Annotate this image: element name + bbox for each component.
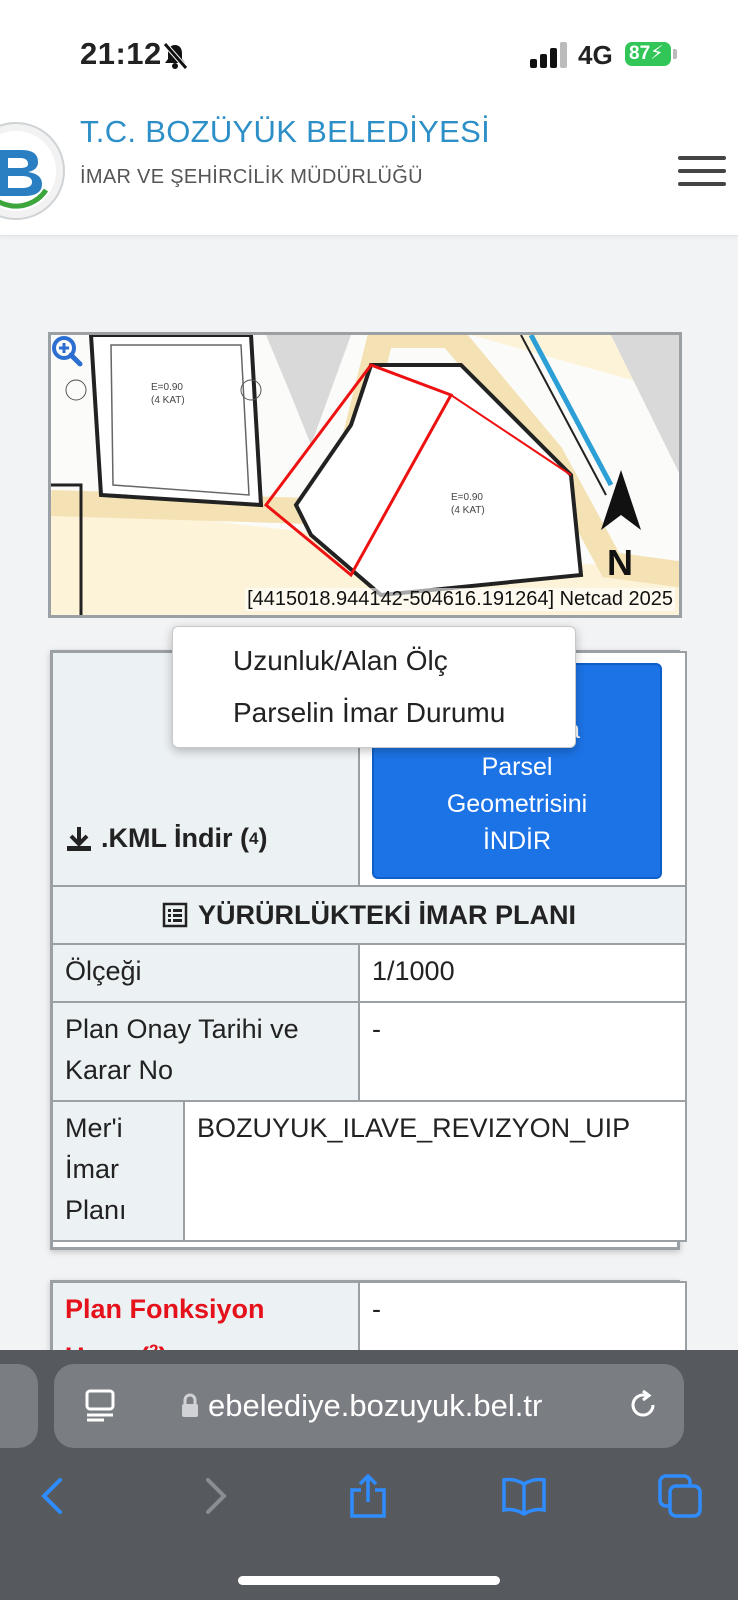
- list-icon: [162, 902, 188, 928]
- function-value: -: [372, 1294, 381, 1324]
- plan-value-cell: BOZUYUK_ILAVE_REVIZYON_UIP: [183, 1100, 687, 1242]
- battery-level: 87: [629, 43, 651, 64]
- kml-label-close: ): [258, 823, 268, 853]
- battery-tip: [673, 49, 677, 59]
- plan-label-cell: Mer'i İmar Planı: [51, 1100, 185, 1242]
- approval-label: Plan Onay Tarihi ve Karar No: [65, 1014, 299, 1085]
- tabs-icon[interactable]: [658, 1474, 702, 1518]
- site-subtitle: İMAR VE ŞEHİRCİLİK MÜDÜRLÜĞÜ: [80, 166, 423, 188]
- svg-text:E=0.90: E=0.90: [451, 492, 483, 503]
- plan-label: Mer'i İmar Planı: [65, 1113, 127, 1225]
- parcel-map[interactable]: E=0.90 (4 KAT) E=0.90 (4 KAT) N [4415018…: [48, 332, 682, 618]
- battery-icon: 87⚡: [625, 42, 671, 66]
- kml-download-link[interactable]: .KML İndir (4): [65, 823, 267, 854]
- url-text[interactable]: ebelediye.bozuyuk.bel.tr: [208, 1388, 542, 1424]
- status-time: 21:12: [80, 36, 162, 71]
- svg-text:E=0.90: E=0.90: [151, 382, 183, 393]
- approval-value: -: [372, 1014, 381, 1044]
- svg-text:(4 KAT): (4 KAT): [151, 395, 185, 406]
- cellular-signal-icon: [530, 42, 570, 68]
- scale-value-cell: 1/1000: [358, 943, 687, 1003]
- network-type: 4G: [578, 40, 613, 70]
- plan-value: BOZUYUK_ILAVE_REVIZYON_UIP: [197, 1113, 631, 1143]
- share-icon[interactable]: [346, 1474, 390, 1518]
- plan-section-title: YÜRÜRLÜKTEKİ İMAR PLANI: [198, 899, 576, 930]
- lock-icon: [182, 1393, 198, 1417]
- page-menu-icon[interactable]: [84, 1388, 116, 1422]
- scale-label: Ölçeği: [65, 956, 142, 986]
- button-line-3: Geometrisini: [446, 790, 588, 818]
- status-bar: 21:12 4G 87⚡: [0, 0, 738, 110]
- menu-item-measure[interactable]: Uzunluk/Alan Ölç: [233, 645, 448, 677]
- map-canvas[interactable]: E=0.90 (4 KAT) E=0.90 (4 KAT) N: [51, 335, 682, 618]
- municipality-logo-icon[interactable]: [0, 120, 68, 222]
- home-indicator[interactable]: [238, 1576, 500, 1585]
- svg-text:N: N: [607, 542, 633, 583]
- zoom-in-icon[interactable]: [51, 335, 83, 367]
- site-title[interactable]: T.C. BOZÜYÜK BELEDİYESİ: [80, 114, 490, 150]
- approval-value-cell: -: [358, 1001, 687, 1102]
- map-coordinates: [4415018.944142-504616.191264] Netcad 20…: [245, 588, 675, 611]
- approval-label-cell: Plan Onay Tarihi ve Karar No: [51, 1001, 360, 1102]
- svg-text:(4 KAT): (4 KAT): [451, 505, 485, 516]
- forward-icon[interactable]: [192, 1474, 236, 1518]
- previous-tab-pill[interactable]: [0, 1364, 38, 1448]
- reload-icon[interactable]: [626, 1388, 660, 1422]
- menu-item-zoning-status[interactable]: Parselin İmar Durumu: [233, 697, 505, 729]
- plan-section-header: YÜRÜRLÜKTEKİ İMAR PLANI: [51, 885, 687, 945]
- browser-toolbar: ebelediye.bozuyuk.bel.tr: [0, 1350, 738, 1600]
- button-line-4: İNDİR: [482, 827, 552, 855]
- download-icon: [67, 826, 91, 851]
- scale-label-cell: Ölçeği: [51, 943, 360, 1003]
- bell-slash-icon: [163, 42, 188, 70]
- address-bar[interactable]: ebelediye.bozuyuk.bel.tr: [54, 1364, 684, 1448]
- button-line-2: Parsel: [481, 753, 553, 781]
- kml-footnote: 4: [249, 828, 259, 848]
- hamburger-menu-icon[interactable]: [678, 156, 726, 190]
- map-context-menu: Uzunluk/Alan Ölç Parselin İmar Durumu: [172, 626, 576, 748]
- back-icon[interactable]: [32, 1474, 76, 1518]
- bookmarks-icon[interactable]: [502, 1474, 546, 1518]
- kml-label: .KML İndir (: [101, 823, 249, 853]
- site-header: T.C. BOZÜYÜK BELEDİYESİ İMAR VE ŞEHİRCİL…: [0, 110, 738, 236]
- scale-value: 1/1000: [372, 956, 455, 986]
